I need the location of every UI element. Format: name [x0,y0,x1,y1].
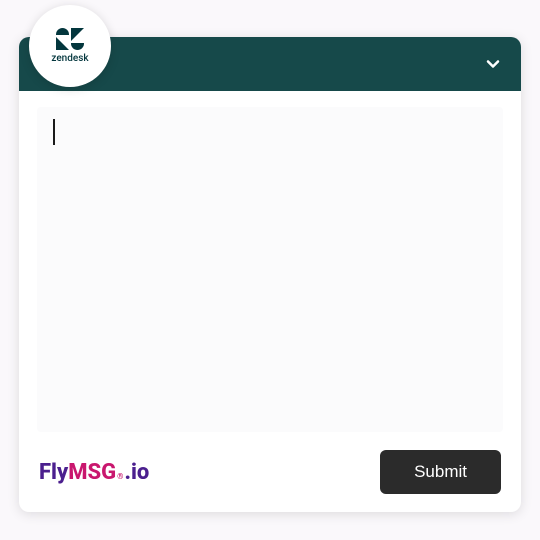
widget-footer: FlyMSG®.io Submit [19,432,521,512]
zendesk-icon [56,28,84,50]
flymsg-logo: FlyMSG®.io [39,460,149,485]
zendesk-label: zendesk [51,53,88,64]
chevron-down-icon [483,54,503,74]
text-cursor [53,119,55,145]
chat-widget: zendesk FlyMSG®.io Submit [19,37,521,512]
message-input[interactable] [37,107,503,432]
submit-button[interactable]: Submit [380,450,501,494]
zendesk-badge[interactable]: zendesk [29,5,111,87]
collapse-button[interactable] [483,54,503,74]
widget-header: zendesk [19,37,521,91]
widget-body [19,91,521,432]
